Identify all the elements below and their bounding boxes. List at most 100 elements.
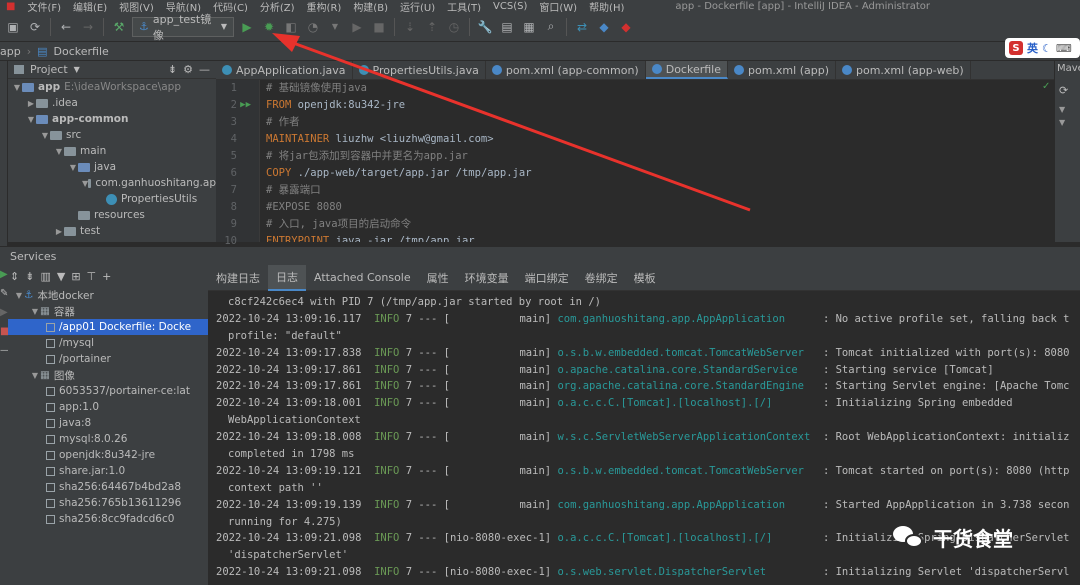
resume-icon[interactable]: ▶ <box>348 18 366 36</box>
menu-item[interactable]: 窗口(W) <box>533 0 583 13</box>
maven-panel-title[interactable]: Mave <box>1055 61 1080 76</box>
menu-item[interactable]: 编辑(E) <box>67 0 113 13</box>
log-tab[interactable]: Attached Console <box>306 265 419 291</box>
chevron-right-icon[interactable]: ▶ <box>54 227 64 236</box>
chevron-down-icon[interactable]: ▼ <box>14 291 24 300</box>
editor-tab[interactable]: Dockerfile <box>645 61 728 79</box>
menu-item[interactable]: 分析(Z) <box>254 0 301 13</box>
service-item[interactable]: ▼ ▦ 图像 <box>8 367 208 383</box>
service-item[interactable]: mysql:8.0.26 <box>8 431 208 447</box>
log-tab[interactable]: 环境变量 <box>457 265 517 291</box>
chevron-down-icon[interactable]: ▼ <box>68 163 78 172</box>
tree-item[interactable]: ▼ com.ganhuoshitang.ap <box>8 175 216 191</box>
translate-icon[interactable]: ⇄ <box>573 18 591 36</box>
menu-item[interactable]: 工具(T) <box>441 0 487 13</box>
service-item[interactable]: app:1.0 <box>8 399 208 415</box>
terminal-icon[interactable]: ▦ <box>520 18 538 36</box>
run-gutter-icon[interactable]: ▶▶ <box>240 97 251 114</box>
history-icon[interactable]: ◷ <box>445 18 463 36</box>
editor-tab[interactable]: pom.xml (app-web) <box>836 61 971 79</box>
vcs-commit-icon[interactable]: ⇡ <box>423 18 441 36</box>
group-by-icon[interactable]: ⊞ <box>71 270 80 283</box>
menu-item[interactable]: 构建(B) <box>347 0 394 13</box>
stop-icon[interactable]: ■ <box>0 322 9 341</box>
plugin-icon-blue[interactable]: ◆ <box>595 18 613 36</box>
plugin-icon-red[interactable]: ◆ <box>617 18 635 36</box>
tree-item[interactable]: ▶ test <box>8 223 216 239</box>
expand-arrow-icon[interactable]: ▼ <box>1055 105 1080 114</box>
settings-icon[interactable]: 🔧 <box>476 18 494 36</box>
add-service-icon[interactable]: + <box>102 270 111 283</box>
service-item[interactable]: /app01 Dockerfile: Docke <box>8 319 208 335</box>
service-item[interactable]: /mysql <box>8 335 208 351</box>
ime-widget[interactable]: S 英 ☾ ⌨ <box>1005 38 1080 58</box>
editor-tab[interactable]: PropertiesUtils.java <box>353 61 486 79</box>
chevron-down-icon[interactable]: ▼ <box>12 83 22 92</box>
code-editor[interactable]: # 基础镜像使用java FROM openjdk:8u342-jre # 作者 MA… <box>260 80 1054 242</box>
log-tab[interactable]: 模板 <box>626 265 664 291</box>
service-item[interactable]: sha256:765b13611296 <box>8 495 208 511</box>
back-icon[interactable]: ← <box>57 18 75 36</box>
chevron-right-icon[interactable]: ▶ <box>26 99 36 108</box>
menu-item[interactable]: 文件(F) <box>21 0 67 13</box>
chevron-down-icon[interactable]: ▼ <box>40 131 50 140</box>
sync-icon[interactable]: ⟳ <box>26 18 44 36</box>
play-icon[interactable]: ▶ <box>0 303 8 322</box>
build-icon[interactable]: ⚒ <box>110 18 128 36</box>
run-icon[interactable]: ▶ <box>238 18 256 36</box>
service-item[interactable]: sha256:8cc9fadcd6c0 <box>8 511 208 527</box>
chevron-down-icon[interactable]: ▼ <box>30 307 40 316</box>
pin-icon[interactable]: ⊤ <box>87 270 97 283</box>
breadcrumb-item-dockerfile[interactable]: Dockerfile <box>54 45 109 58</box>
project-panel-title[interactable]: Project <box>30 63 68 76</box>
chevron-down-icon[interactable]: ▼ <box>54 147 64 156</box>
vcs-update-icon[interactable]: ⇣ <box>401 18 419 36</box>
profile-icon[interactable]: ◔ <box>304 18 322 36</box>
chevron-down-icon[interactable]: ▼ <box>74 65 80 74</box>
menu-item[interactable]: VCS(S) <box>487 1 533 12</box>
collapse-all-icon[interactable]: ⇟ <box>25 270 34 283</box>
save-icon[interactable]: ▣ <box>4 18 22 36</box>
tree-item[interactable]: ▼ main <box>8 143 216 159</box>
expand-all-icon[interactable]: ⇕ <box>10 270 19 283</box>
service-item[interactable]: /portainer <box>8 351 208 367</box>
service-item[interactable]: ▼ ⚓ 本地docker <box>8 287 208 303</box>
filter-icon[interactable]: ▼ <box>57 270 65 283</box>
gear-icon[interactable]: ⚙ <box>183 63 193 76</box>
menu-item[interactable]: 帮助(H) <box>583 0 630 13</box>
edit-icon[interactable]: ✎ <box>0 284 8 303</box>
service-item[interactable]: openjdk:8u342-jre <box>8 447 208 463</box>
tree-item[interactable]: PropertiesUtils <box>8 191 216 207</box>
log-tab[interactable]: 日志 <box>268 264 306 291</box>
tree-item[interactable]: ▶ .idea <box>8 95 216 111</box>
tree-item[interactable]: resources <box>8 207 216 223</box>
log-tab[interactable]: 属性 <box>419 265 457 291</box>
debug-icon[interactable]: ✹ <box>260 18 278 36</box>
editor-tab[interactable]: pom.xml (app-common) <box>486 61 646 79</box>
log-tab[interactable]: 端口绑定 <box>517 265 577 291</box>
run-icon[interactable]: ▶ <box>0 265 8 284</box>
stop-icon[interactable]: ■ <box>370 18 388 36</box>
forward-icon[interactable]: → <box>79 18 97 36</box>
search-icon[interactable]: ⌕ <box>542 18 560 36</box>
editor-tab[interactable]: pom.xml (app) <box>728 61 836 79</box>
menu-item[interactable]: 运行(U) <box>394 0 441 13</box>
minimize-icon[interactable]: — <box>199 63 210 76</box>
structure-icon[interactable]: ▤ <box>498 18 516 36</box>
service-item[interactable]: share.jar:1.0 <box>8 463 208 479</box>
chevron-down-icon[interactable]: ▼ <box>26 115 36 124</box>
run-dropdown-icon[interactable]: ▼ <box>326 18 344 36</box>
service-item[interactable]: 6053537/portainer-ce:lat <box>8 383 208 399</box>
editor-tab[interactable]: AppApplication.java <box>216 61 353 79</box>
tree-item[interactable]: ▼ java <box>8 159 216 175</box>
chevron-down-icon[interactable]: ▼ <box>30 371 40 380</box>
group-icon[interactable]: ▥ <box>40 270 50 283</box>
service-item[interactable]: java:8 <box>8 415 208 431</box>
menu-item[interactable]: 重构(R) <box>301 0 348 13</box>
coverage-icon[interactable]: ◧ <box>282 18 300 36</box>
log-tab[interactable]: 卷绑定 <box>577 265 626 291</box>
log-tab[interactable]: 构建日志 <box>208 265 268 291</box>
breadcrumb-item-app[interactable]: app <box>0 45 21 58</box>
service-item[interactable]: sha256:64467b4bd2a8 <box>8 479 208 495</box>
tree-item[interactable]: ▼ src <box>8 127 216 143</box>
